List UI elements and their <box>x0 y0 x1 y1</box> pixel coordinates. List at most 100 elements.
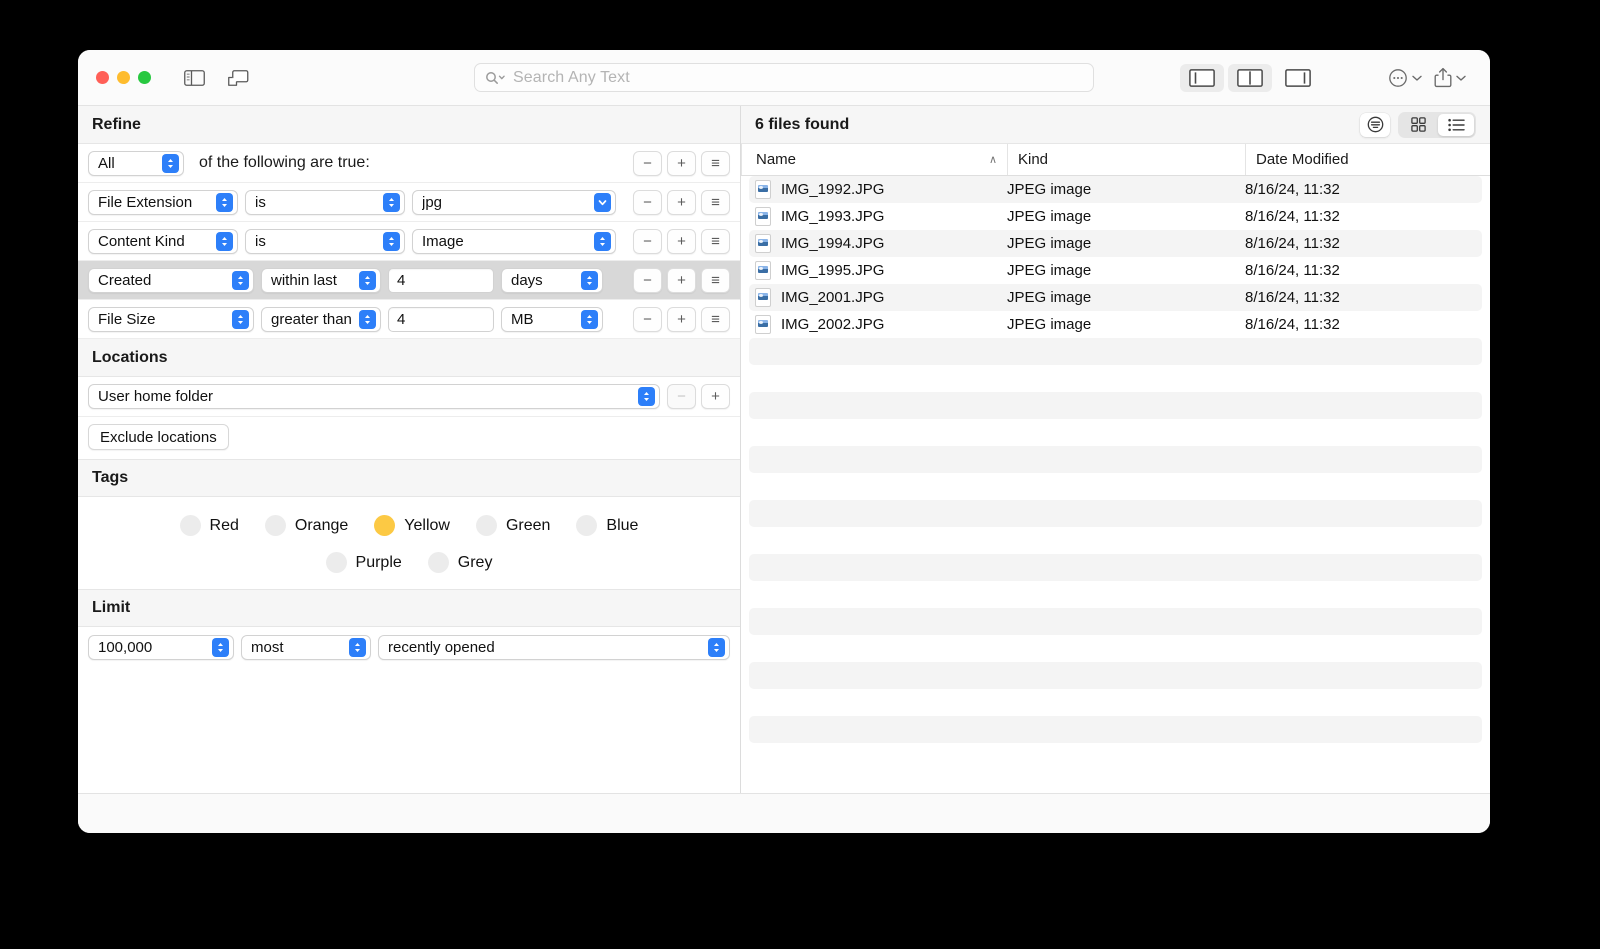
criterion-menu-button[interactable]: ≡ <box>701 228 730 254</box>
minimize-button[interactable] <box>117 71 130 84</box>
remove-criterion-button[interactable]: − <box>633 267 662 293</box>
column-header-date-modified[interactable]: Date Modified <box>1245 144 1490 175</box>
location-select[interactable]: User home folder <box>88 384 660 409</box>
remove-criterion-button[interactable]: − <box>633 228 662 254</box>
criterion-value-input[interactable]: 4 <box>388 306 494 332</box>
more-options-button[interactable] <box>1384 63 1428 93</box>
window-titlebar: Search Any Text <box>78 50 1490 106</box>
tag-red[interactable]: Red <box>179 515 239 536</box>
limit-count-select[interactable]: 100,000 <box>88 635 234 660</box>
add-criterion-button[interactable]: + <box>667 189 696 215</box>
file-date-cell: 8/16/24, 11:32 <box>1245 235 1340 252</box>
column-header-kind[interactable]: Kind <box>1007 144 1245 175</box>
pane-left-button[interactable] <box>1180 63 1224 92</box>
pane-right-button[interactable] <box>1276 64 1320 92</box>
add-criterion-button[interactable]: + <box>667 150 696 176</box>
criterion-value-input[interactable]: 4 <box>388 267 494 293</box>
criterion-operator-select[interactable]: is <box>245 189 405 215</box>
filter-button[interactable] <box>1360 112 1390 137</box>
criterion-unit-value: days <box>511 271 543 289</box>
desktop-background: Search Any Text Refine All of the follow… <box>0 0 1600 949</box>
search-input[interactable]: Search Any Text <box>474 63 1094 92</box>
table-row[interactable]: IMG_1994.JPG JPEG image 8/16/24, 11:32 <box>749 230 1482 257</box>
empty-row <box>749 365 1482 392</box>
new-window-button[interactable] <box>221 63 255 93</box>
remove-criterion-button[interactable]: − <box>633 306 662 332</box>
table-row[interactable]: IMG_1992.JPG JPEG image 8/16/24, 11:32 <box>749 176 1482 203</box>
file-kind-cell: JPEG image <box>1007 262 1092 279</box>
file-kind-cell: JPEG image <box>1007 181 1092 198</box>
column-header-date-label: Date Modified <box>1256 151 1349 168</box>
empty-row <box>749 500 1482 527</box>
remove-criterion-button[interactable]: − <box>633 189 662 215</box>
criterion-attribute-select[interactable]: Content Kind <box>88 228 238 254</box>
jpeg-file-icon <box>755 207 771 226</box>
tag-orange[interactable]: Orange <box>264 515 348 536</box>
tag-label: Red <box>209 516 239 534</box>
criterion-attribute-select[interactable]: File Size <box>88 306 254 332</box>
criterion-attribute-value: File Size <box>98 310 156 328</box>
file-name-cell: IMG_1993.JPG <box>749 207 1007 226</box>
limit-qualifier-value: most <box>251 639 284 656</box>
criterion-operator-select[interactable]: within last <box>261 267 381 293</box>
tag-green[interactable]: Green <box>475 515 550 536</box>
file-date-cell: 8/16/24, 11:32 <box>1245 208 1340 225</box>
jpeg-file-icon <box>755 180 771 199</box>
remove-criterion-button[interactable]: − <box>633 150 662 176</box>
table-row[interactable]: IMG_1993.JPG JPEG image 8/16/24, 11:32 <box>749 203 1482 230</box>
criterion-menu-button[interactable]: ≡ <box>701 306 730 332</box>
criterion-menu-button[interactable]: ≡ <box>701 189 730 215</box>
table-row[interactable]: IMG_1995.JPG JPEG image 8/16/24, 11:32 <box>749 257 1482 284</box>
tag-color-dot <box>427 552 449 573</box>
tag-yellow[interactable]: Yellow <box>374 515 450 536</box>
criterion-unit-select[interactable]: MB <box>501 306 603 332</box>
criterion-row: Content Kind is Image − + ≡ <box>78 222 740 261</box>
pane-both-button[interactable] <box>1228 63 1272 92</box>
limit-order-select[interactable]: recently opened <box>378 635 730 660</box>
empty-row <box>749 527 1482 554</box>
share-button[interactable] <box>1430 63 1472 93</box>
add-location-button[interactable]: + <box>701 384 730 409</box>
add-criterion-button[interactable]: + <box>667 228 696 254</box>
tags-section-header: Tags <box>78 459 740 497</box>
chevron-down-icon <box>1410 73 1424 83</box>
empty-row <box>749 554 1482 581</box>
limit-qualifier-select[interactable]: most <box>241 635 371 660</box>
criterion-value-select[interactable]: Image <box>412 228 616 254</box>
zoom-button[interactable] <box>138 71 151 84</box>
results-file-list[interactable]: IMG_1992.JPG JPEG image 8/16/24, 11:32 I… <box>741 176 1490 793</box>
stepper-chevron-icon <box>216 231 233 251</box>
criterion-attribute-select[interactable]: Created <box>88 267 254 293</box>
add-criterion-button[interactable]: + <box>667 306 696 332</box>
grid-view-button[interactable] <box>1400 114 1436 136</box>
empty-row <box>749 581 1482 608</box>
criterion-value-combobox[interactable]: jpg <box>412 189 616 215</box>
criterion-unit-select[interactable]: days <box>501 267 603 293</box>
table-row[interactable]: IMG_2001.JPG JPEG image 8/16/24, 11:32 <box>749 284 1482 311</box>
tag-grey[interactable]: Grey <box>427 552 492 573</box>
limit-order-value: recently opened <box>388 639 495 656</box>
column-header-name[interactable]: Name ∧ <box>741 144 1007 175</box>
tag-purple[interactable]: Purple <box>325 552 402 573</box>
exclude-locations-button[interactable]: Exclude locations <box>88 424 229 450</box>
criterion-operator-select[interactable]: greater than <box>261 306 381 332</box>
file-name-cell: IMG_1995.JPG <box>749 261 1007 280</box>
criterion-menu-button[interactable]: ≡ <box>701 267 730 293</box>
criterion-attribute-select[interactable]: File Extension <box>88 189 238 215</box>
pane-left-icon <box>1189 68 1215 87</box>
criterion-value-text: Image <box>422 232 464 250</box>
add-criterion-button[interactable]: + <box>667 267 696 293</box>
list-icon <box>1447 118 1465 132</box>
close-button[interactable] <box>96 71 109 84</box>
match-type-select[interactable]: All <box>88 150 184 176</box>
stepper-chevron-icon <box>359 309 376 329</box>
criterion-operator-select[interactable]: is <box>245 228 405 254</box>
tags-row-1: Red Orange Yellow Green Blue <box>88 515 730 536</box>
criterion-row-buttons: − + ≡ <box>633 228 730 254</box>
list-view-button[interactable] <box>1438 113 1474 136</box>
tag-blue[interactable]: Blue <box>576 515 638 536</box>
table-row[interactable]: IMG_2002.JPG JPEG image 8/16/24, 11:32 <box>749 311 1482 338</box>
limit-count-value: 100,000 <box>98 639 153 656</box>
sidebar-toggle-button[interactable] <box>177 63 211 93</box>
criterion-menu-button[interactable]: ≡ <box>701 150 730 176</box>
